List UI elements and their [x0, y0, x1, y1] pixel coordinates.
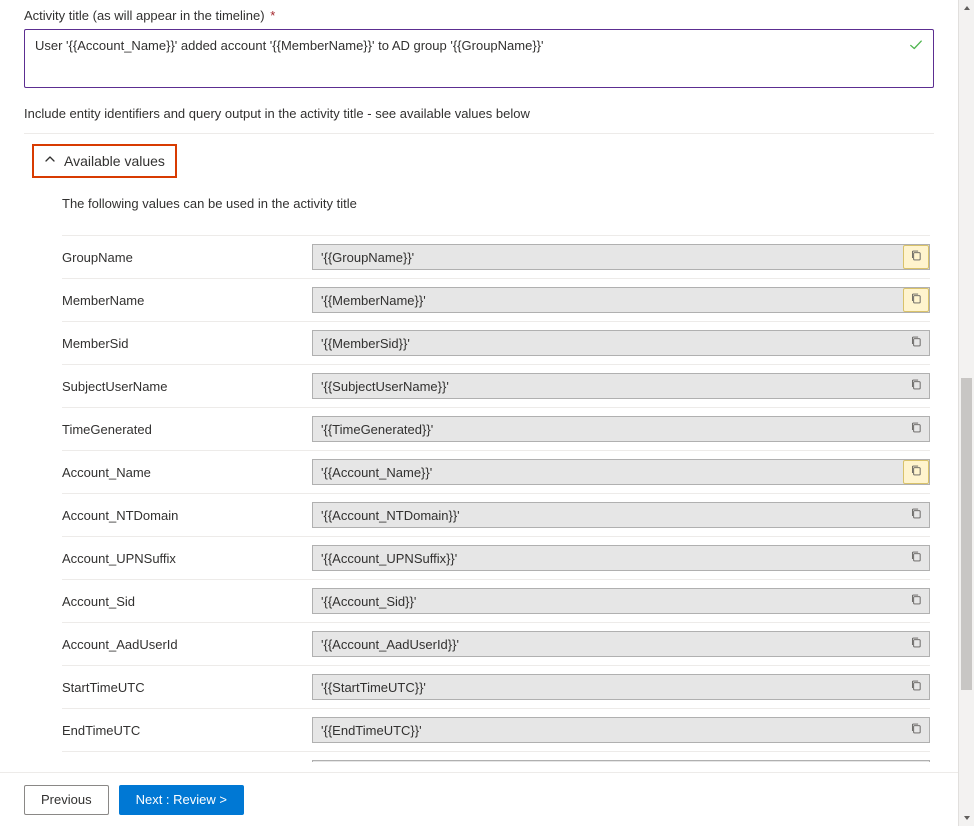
value-token-box: '{{TimeGenerated}}' — [312, 416, 930, 442]
scrollbar-down-button[interactable] — [959, 810, 974, 826]
value-token: '{{StartTimeUTC}}' — [321, 680, 903, 695]
value-token-box: '{{Account_UPNSuffix}}' — [312, 545, 930, 571]
value-token-box: '{{Account_NTDomain}}' — [312, 502, 930, 528]
copy-button[interactable] — [903, 718, 929, 742]
copy-button[interactable] — [903, 589, 929, 613]
copy-icon — [910, 679, 923, 695]
copy-button[interactable] — [903, 331, 929, 355]
next-review-button[interactable]: Next : Review > — [119, 785, 244, 815]
value-row: Count'{{Count}}' — [62, 751, 930, 762]
value-token-box: '{{Count}}' — [312, 760, 930, 762]
page-root: Activity title (as will appear in the ti… — [0, 0, 974, 826]
copy-button[interactable] — [903, 374, 929, 398]
value-token: '{{Account_AadUserId}}' — [321, 637, 903, 652]
value-row: EndTimeUTC '{{EndTimeUTC}}' — [62, 708, 930, 751]
value-token: '{{TimeGenerated}}' — [321, 422, 903, 437]
available-values-desc: The following values can be used in the … — [62, 196, 934, 211]
value-token: '{{Account_Name}}' — [321, 465, 903, 480]
value-name: MemberSid — [62, 336, 312, 351]
value-token-box: '{{MemberSid}}' — [312, 330, 930, 356]
copy-button[interactable] — [903, 675, 929, 699]
activity-title-input[interactable]: User '{{Account_Name}}' added account '{… — [24, 29, 934, 88]
previous-button[interactable]: Previous — [24, 785, 109, 815]
chevron-up-icon — [44, 153, 56, 168]
value-row: SubjectUserName '{{SubjectUserName}}' — [62, 364, 930, 407]
value-row: Account_Name '{{Account_Name}}' — [62, 450, 930, 493]
copy-button[interactable] — [903, 245, 929, 269]
value-name: GroupName — [62, 250, 312, 265]
value-token: '{{MemberName}}' — [321, 293, 903, 308]
value-name: StartTimeUTC — [62, 680, 312, 695]
value-row: Account_AadUserId '{{Account_AadUserId}}' — [62, 622, 930, 665]
value-name: SubjectUserName — [62, 379, 312, 394]
divider — [24, 133, 934, 134]
value-name: Account_Name — [62, 465, 312, 480]
value-token-box: '{{EndTimeUTC}}' — [312, 717, 930, 743]
value-token: '{{EndTimeUTC}}' — [321, 723, 903, 738]
value-name: TimeGenerated — [62, 422, 312, 437]
copy-icon — [910, 593, 923, 609]
activity-title-label: Activity title (as will appear in the ti… — [24, 8, 934, 23]
value-token-box: '{{MemberName}}' — [312, 287, 930, 313]
value-name: Account_AadUserId — [62, 637, 312, 652]
vertical-scrollbar[interactable] — [958, 0, 974, 826]
copy-icon — [910, 636, 923, 652]
value-row: TimeGenerated '{{TimeGenerated}}' — [62, 407, 930, 450]
value-row: Account_NTDomain '{{Account_NTDomain}}' — [62, 493, 930, 536]
required-indicator: * — [270, 8, 275, 23]
copy-icon — [910, 249, 923, 265]
value-token: '{{MemberSid}}' — [321, 336, 903, 351]
value-row: MemberName '{{MemberName}}' — [62, 278, 930, 321]
activity-title-value: User '{{Account_Name}}' added account '{… — [35, 38, 544, 53]
value-token: '{{Account_NTDomain}}' — [321, 508, 903, 523]
checkmark-icon — [909, 38, 923, 55]
value-name: MemberName — [62, 293, 312, 308]
scrollbar-thumb[interactable] — [961, 378, 972, 690]
value-token: '{{GroupName}}' — [321, 250, 903, 265]
available-values-title: Available values — [64, 153, 165, 169]
copy-button[interactable] — [903, 417, 929, 441]
value-name: EndTimeUTC — [62, 723, 312, 738]
copy-icon — [910, 464, 923, 480]
copy-button[interactable] — [903, 503, 929, 527]
value-token-box: '{{StartTimeUTC}}' — [312, 674, 930, 700]
activity-title-label-text: Activity title (as will appear in the ti… — [24, 8, 265, 23]
value-token-box: '{{SubjectUserName}}' — [312, 373, 930, 399]
copy-button[interactable] — [903, 460, 929, 484]
scrollbar-up-button[interactable] — [959, 0, 974, 16]
value-token: '{{Account_UPNSuffix}}' — [321, 551, 903, 566]
copy-icon — [910, 550, 923, 566]
copy-icon — [910, 421, 923, 437]
content-scroll-area: Activity title (as will appear in the ti… — [0, 0, 958, 762]
value-token-box: '{{Account_AadUserId}}' — [312, 631, 930, 657]
copy-button[interactable] — [903, 632, 929, 656]
value-token: '{{SubjectUserName}}' — [321, 379, 903, 394]
copy-icon — [910, 335, 923, 351]
available-values-header[interactable]: Available values — [32, 144, 177, 178]
value-token: '{{Account_Sid}}' — [321, 594, 903, 609]
wizard-footer: Previous Next : Review > — [0, 772, 958, 826]
value-row: Account_UPNSuffix '{{Account_UPNSuffix}}' — [62, 536, 930, 579]
value-name: Account_UPNSuffix — [62, 551, 312, 566]
value-token-box: '{{Account_Name}}' — [312, 459, 930, 485]
value-row: GroupName '{{GroupName}}' — [62, 235, 930, 278]
copy-icon — [910, 722, 923, 738]
copy-icon — [910, 292, 923, 308]
value-name: Account_NTDomain — [62, 508, 312, 523]
values-table: GroupName '{{GroupName}}' MemberName '{{Mem… — [62, 235, 930, 762]
value-token-box: '{{GroupName}}' — [312, 244, 930, 270]
copy-button[interactable] — [903, 761, 929, 762]
copy-button[interactable] — [903, 288, 929, 312]
value-row: StartTimeUTC '{{StartTimeUTC}}' — [62, 665, 930, 708]
copy-icon — [910, 507, 923, 523]
value-row: MemberSid '{{MemberSid}}' — [62, 321, 930, 364]
copy-button[interactable] — [903, 546, 929, 570]
value-token-box: '{{Account_Sid}}' — [312, 588, 930, 614]
copy-icon — [910, 378, 923, 394]
available-values-body: The following values can be used in the … — [24, 196, 934, 762]
value-row: Account_Sid '{{Account_Sid}}' — [62, 579, 930, 622]
helper-text: Include entity identifiers and query out… — [24, 106, 934, 121]
value-name: Account_Sid — [62, 594, 312, 609]
